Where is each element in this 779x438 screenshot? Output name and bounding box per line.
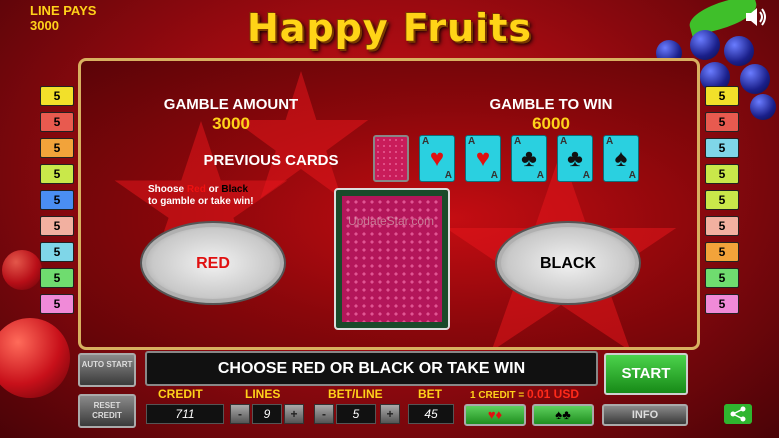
card-suit: ♥ <box>475 145 491 172</box>
lines-label: LINES <box>245 387 281 401</box>
right-line-badge: 5 <box>705 86 739 106</box>
hint-red-word: Red <box>186 184 206 195</box>
gamble-card-back <box>334 188 450 330</box>
right-line-badge: 5 <box>705 112 739 132</box>
previous-card: A ♣ A <box>511 135 547 182</box>
lines-value: 9 <box>252 404 282 424</box>
red-button[interactable]: RED <box>140 221 286 305</box>
right-line-badge: 5 <box>705 164 739 184</box>
card-suit: ♥ <box>429 145 445 172</box>
gamble-to-win-value: 6000 <box>532 114 570 133</box>
previous-card: A ♣ A <box>557 135 593 182</box>
previous-card: A ♠ A <box>603 135 639 182</box>
right-line-badge: 5 <box>705 268 739 288</box>
right-line-badge: 5 <box>705 190 739 210</box>
card-suit: ♠ <box>614 145 628 172</box>
black-button[interactable]: BLACK <box>495 221 641 305</box>
card-suit: ♣ <box>567 145 583 172</box>
card-rank: A <box>536 170 544 181</box>
betline-value: 5 <box>336 404 376 424</box>
card-rank: A <box>444 170 452 181</box>
left-line-badge: 5 <box>40 294 74 314</box>
hint-black-word: Black <box>221 184 249 195</box>
previous-card-back <box>373 135 409 182</box>
watermark: UpdateStar.com <box>347 214 435 228</box>
left-line-badge: 5 <box>40 86 74 106</box>
hint-line2: to gamble or take win! <box>148 196 254 207</box>
info-button[interactable]: INFO <box>602 404 688 426</box>
card-rank: A <box>582 170 590 181</box>
bet-value: 45 <box>408 404 454 424</box>
right-line-badge: 5 <box>705 242 739 262</box>
right-line-badge: 5 <box>705 216 739 236</box>
previous-card: A ♥ A <box>419 135 455 182</box>
gamble-hint: Shoose Red or Black to gamble or take wi… <box>148 184 254 208</box>
previous-cards-label: PREVIOUS CARDS <box>203 152 339 169</box>
game-title: Happy Fruits <box>247 6 532 50</box>
bet-label: BET <box>418 387 442 401</box>
right-line-badge: 5 <box>705 138 739 158</box>
red-suits-button[interactable]: ♥♦ <box>464 404 526 426</box>
gamble-to-win-label: GAMBLE TO WIN <box>489 96 613 113</box>
lines-minus-button[interactable]: - <box>230 404 250 424</box>
credit-rate-label: 1 CREDIT = <box>470 390 525 401</box>
speaker-icon[interactable] <box>744 6 768 28</box>
left-line-badge: 5 <box>40 216 74 236</box>
start-button[interactable]: START <box>604 353 688 395</box>
betline-label: BET/LINE <box>328 387 383 401</box>
left-line-badge: 5 <box>40 112 74 132</box>
hint-text: Shoose <box>148 184 187 195</box>
share-icon[interactable] <box>724 404 752 424</box>
left-line-badge: 5 <box>40 242 74 262</box>
credit-label: CREDIT <box>158 387 203 401</box>
black-button-label: BLACK <box>540 255 596 272</box>
lines-plus-button[interactable]: + <box>284 404 304 424</box>
grape <box>750 94 776 120</box>
red-button-label: RED <box>196 255 230 272</box>
betline-plus-button[interactable]: + <box>380 404 400 424</box>
right-line-badge: 5 <box>705 294 739 314</box>
grape <box>740 64 770 94</box>
left-line-badge: 5 <box>40 164 74 184</box>
card-rank: A <box>628 170 636 181</box>
auto-start-button[interactable]: AUTO START <box>78 353 136 387</box>
reset-credit-button[interactable]: RESET CREDIT <box>78 394 136 428</box>
credit-value: 711 <box>146 404 224 424</box>
gamble-panel: GAMBLE AMOUNT 3000 GAMBLE TO WIN 6000 PR… <box>78 58 700 350</box>
gamble-amount-label: GAMBLE AMOUNT <box>163 96 299 113</box>
cherry <box>0 318 70 398</box>
cherry <box>2 250 42 290</box>
left-line-badge: 5 <box>40 190 74 210</box>
previous-card: A ♥ A <box>465 135 501 182</box>
gamble-amount-value: 3000 <box>212 114 250 133</box>
hint-or: or <box>205 184 222 195</box>
left-line-badge: 5 <box>40 268 74 288</box>
card-rank: A <box>490 170 498 181</box>
credit-rate: 1 CREDIT = 0.01 USD <box>470 387 579 401</box>
betline-minus-button[interactable]: - <box>314 404 334 424</box>
card-suit: ♣ <box>521 145 537 172</box>
left-line-badge: 5 <box>40 138 74 158</box>
message-bar: CHOOSE RED OR BLACK OR TAKE WIN <box>145 351 598 386</box>
black-suits-button[interactable]: ♠♣ <box>532 404 594 426</box>
credit-rate-value: 0.01 USD <box>526 387 579 401</box>
